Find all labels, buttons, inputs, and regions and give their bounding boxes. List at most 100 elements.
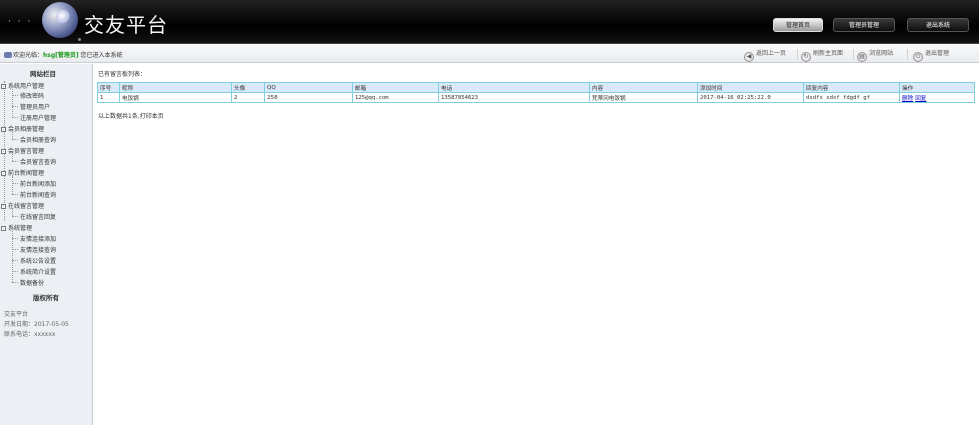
welcome-message: 欢迎光临：hsg[管理员] 您已进入本系统 bbox=[4, 50, 123, 59]
tree-line bbox=[12, 154, 13, 161]
collapse-icon: - bbox=[1, 226, 6, 231]
table-cell: dsdfs sdsf fdgdf gf bbox=[803, 92, 900, 103]
welcome-suffix: 您已进入本系统 bbox=[78, 52, 123, 59]
tree-line bbox=[12, 209, 13, 216]
footer-site-name: 交友平台 bbox=[4, 311, 29, 318]
table-cell: 2017-04-16 02:25:22.0 bbox=[697, 92, 804, 103]
tree-line bbox=[12, 238, 18, 239]
table-cell: 13587854623 bbox=[438, 92, 590, 103]
tree-line bbox=[12, 161, 18, 162]
sidebar-group-system-manage[interactable]: - 系统管理 bbox=[1, 223, 32, 232]
browse-icon: ▤ bbox=[857, 52, 867, 62]
column-header: 序号 bbox=[97, 82, 120, 93]
column-header: QQ bbox=[264, 82, 353, 93]
sidebar-item-online-reply[interactable]: 在线留言回复 bbox=[20, 212, 56, 221]
tree-line bbox=[12, 132, 13, 139]
list-caption: 已有留言板列表： bbox=[98, 71, 147, 78]
logo-globe-highlight bbox=[56, 10, 70, 24]
refresh-label: 刷新主页面 bbox=[813, 50, 844, 57]
group-label: 会员留言管理 bbox=[8, 148, 45, 155]
sidebar-item-album-query[interactable]: 会员相册查询 bbox=[20, 135, 56, 144]
header-banner: · · · 交友平台 管理首页 管理员管理 退出系统 bbox=[0, 0, 979, 44]
admin-manage-button[interactable]: 管理员管理 bbox=[833, 18, 895, 32]
sidebar-group-album-manage[interactable]: - 会员相册管理 bbox=[1, 124, 44, 133]
power-icon: ⏻ bbox=[913, 52, 923, 62]
table-row: 1 电饭锅 2 258 125@qq.com 13587854623 梵蒂冈电饭… bbox=[97, 92, 975, 103]
sidebar: 网站栏目 - 系统用户管理 修改密码 管理员用户 注册用户管理 - 会员相册管理 会… bbox=[0, 64, 93, 425]
sidebar-item-news-query[interactable]: 前台新闻查询 bbox=[20, 190, 56, 199]
table-cell: 电饭锅 bbox=[119, 92, 232, 103]
tree-line bbox=[12, 117, 18, 118]
footer-phone: 联系电话：xxxxxx bbox=[4, 331, 56, 338]
tree-line bbox=[12, 282, 18, 283]
collapse-icon: - bbox=[1, 204, 6, 209]
sidebar-item-admin-users[interactable]: 管理员用户 bbox=[20, 102, 50, 111]
column-header: 电话 bbox=[438, 82, 590, 93]
sidebar-group-user-manage[interactable]: - 系统用户管理 bbox=[1, 81, 44, 90]
sidebar-item-intro-setting[interactable]: 系统简介设置 bbox=[20, 267, 56, 276]
refresh-button[interactable]: ↻ 刷新主页面 bbox=[801, 48, 844, 62]
logo-dots: · · · bbox=[8, 17, 33, 27]
sidebar-item-link-query[interactable]: 友情连接查询 bbox=[20, 245, 56, 254]
sidebar-item-change-password[interactable]: 修改密码 bbox=[20, 91, 44, 100]
group-label: 在线留言管理 bbox=[8, 203, 45, 210]
tree-line bbox=[12, 271, 18, 272]
table-cell: 梵蒂冈电饭锅 bbox=[589, 92, 698, 103]
sidebar-item-news-add[interactable]: 前台新闻添加 bbox=[20, 179, 56, 188]
sidebar-item-link-add[interactable]: 友情连接添加 bbox=[20, 234, 56, 243]
tree-line bbox=[12, 194, 18, 195]
toolbar-divider bbox=[853, 49, 854, 59]
logout-admin-button[interactable]: ⏻ 退出管理 bbox=[913, 48, 950, 62]
table-cell: 258 bbox=[264, 92, 353, 103]
table-cell: 125@qq.com bbox=[352, 92, 439, 103]
sidebar-item-message-query[interactable]: 会员留言查询 bbox=[20, 157, 56, 166]
footer-dev-date: 开发日期：2017-05-05 bbox=[4, 321, 69, 328]
delete-link[interactable]: 删除 bbox=[902, 96, 913, 102]
tree-line bbox=[12, 176, 13, 194]
back-button[interactable]: ◀ 返回上一页 bbox=[744, 48, 787, 62]
column-header: 回复内容 bbox=[803, 82, 900, 93]
tree-line bbox=[12, 139, 18, 140]
group-label: 系统用户管理 bbox=[8, 83, 45, 90]
reply-link[interactable]: 回复 bbox=[915, 96, 926, 102]
column-header: 邮箱 bbox=[352, 82, 439, 93]
tree-line bbox=[12, 260, 18, 261]
welcome-prefix: 欢迎光临： bbox=[13, 52, 44, 59]
record-summary: 以上数据共1条,打印本页 bbox=[98, 113, 164, 120]
table-cell: 1 bbox=[97, 92, 120, 103]
copyright-label: 版权所有 bbox=[33, 294, 59, 302]
sidebar-group-news-manage[interactable]: - 前台新闻管理 bbox=[1, 168, 44, 177]
tree-line bbox=[12, 249, 18, 250]
tree-line bbox=[12, 216, 18, 217]
collapse-icon: - bbox=[1, 171, 6, 176]
tree-line bbox=[12, 106, 18, 107]
column-header: 操作 bbox=[899, 82, 975, 93]
column-header: 头像 bbox=[231, 82, 265, 93]
sidebar-group-message-manage[interactable]: - 会员留言管理 bbox=[1, 146, 44, 155]
user-icon bbox=[4, 52, 12, 58]
table-header-row: 序号 昵称 头像 QQ 邮箱 电话 内容 添加时间 回复内容 操作 bbox=[97, 82, 975, 93]
sidebar-item-notice-setting[interactable]: 系统公告设置 bbox=[20, 256, 56, 265]
toolbar-divider bbox=[797, 49, 798, 59]
table-cell: 2 bbox=[231, 92, 265, 103]
logo-dot bbox=[78, 38, 81, 41]
toolbar-divider bbox=[907, 49, 908, 59]
back-label: 返回上一页 bbox=[756, 50, 787, 57]
table-cell-actions: 删除 回复 bbox=[899, 92, 975, 103]
group-label: 会员相册管理 bbox=[8, 126, 45, 133]
collapse-icon: - bbox=[1, 127, 6, 132]
sidebar-group-online-message[interactable]: - 在线留言管理 bbox=[1, 201, 44, 210]
collapse-icon: - bbox=[1, 84, 6, 89]
current-user: hsg[管理员] bbox=[43, 52, 79, 59]
sidebar-item-registered-users[interactable]: 注册用户管理 bbox=[20, 113, 56, 122]
tree-line bbox=[12, 183, 18, 184]
browse-label: 浏览网站 bbox=[869, 50, 894, 57]
admin-home-button[interactable]: 管理首页 bbox=[773, 18, 823, 32]
logout-label: 退出管理 bbox=[925, 50, 950, 57]
refresh-icon: ↻ bbox=[801, 52, 811, 62]
browse-site-button[interactable]: ▤ 浏览网站 bbox=[857, 48, 894, 62]
back-icon: ◀ bbox=[744, 52, 754, 62]
column-header: 昵称 bbox=[119, 82, 232, 93]
sidebar-item-data-backup[interactable]: 数据备份 bbox=[20, 278, 44, 287]
exit-system-button[interactable]: 退出系统 bbox=[907, 18, 969, 32]
